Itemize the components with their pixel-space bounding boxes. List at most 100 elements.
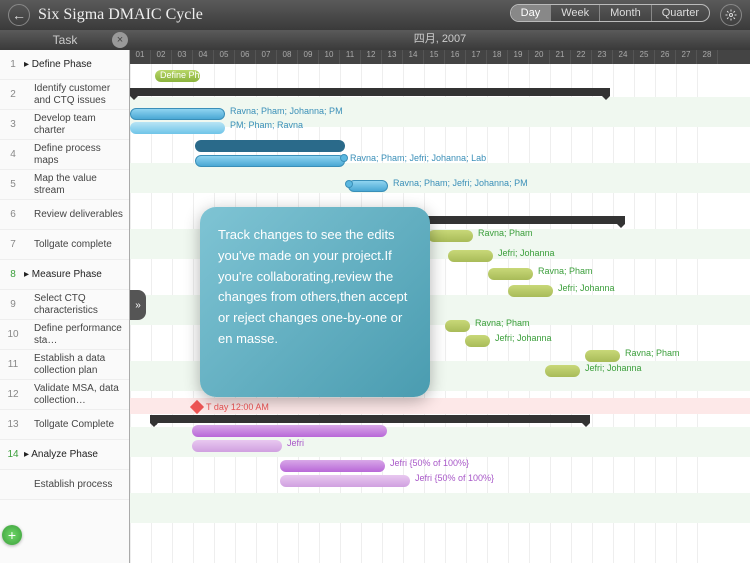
gantt-bar[interactable] [545, 365, 580, 377]
settings-button[interactable] [720, 4, 742, 26]
day-cell: 13 [382, 50, 403, 64]
bar-label: Jefri {50% of 100%} [415, 473, 494, 483]
back-button[interactable]: ← [8, 4, 30, 26]
popup-text: Track changes to see the edits you've ma… [218, 227, 407, 346]
day-cell: 23 [592, 50, 613, 64]
gantt-bar[interactable] [280, 460, 385, 472]
task-row[interactable]: 13Tollgate Complete [0, 410, 129, 440]
gantt-bar[interactable] [192, 440, 282, 452]
view-quarter[interactable]: Quarter [652, 5, 709, 21]
task-row[interactable]: 7Tollgate complete [0, 230, 129, 260]
row-label: Review deliverables [22, 209, 125, 221]
gantt-bar[interactable] [488, 268, 533, 280]
task-row[interactable]: 11Establish a data collection plan [0, 350, 129, 380]
dependency-dot [345, 180, 353, 188]
day-cell: 11 [340, 50, 361, 64]
row-label: Establish process [22, 479, 125, 491]
day-cell: 06 [235, 50, 256, 64]
row-number: 12 [4, 389, 22, 400]
view-week[interactable]: Week [551, 5, 600, 21]
day-cell: 01 [130, 50, 151, 64]
add-task-button[interactable]: + [2, 525, 22, 545]
bar-label: Jefri {50% of 100%} [390, 458, 469, 468]
bar-label: Ravna; Pham [538, 266, 593, 276]
row-number: 10 [4, 329, 22, 340]
bar-label: Jefri; Johanna [498, 248, 555, 258]
gantt-bar[interactable] [195, 140, 345, 152]
day-cell: 15 [424, 50, 445, 64]
summary-bar[interactable] [150, 415, 590, 423]
view-day[interactable]: Day [511, 5, 552, 21]
subheader: Task × 四月, 2007 [0, 30, 750, 50]
bar-label: Ravna; Pham; Jefri; Johanna; PM [393, 178, 528, 188]
row-label: Tollgate Complete [22, 419, 125, 431]
gantt-bar[interactable] [195, 155, 345, 167]
gantt-bar[interactable] [130, 122, 225, 134]
row-number: 2 [4, 89, 22, 100]
bar-label: Jefri [287, 438, 304, 448]
row-number: 11 [4, 359, 22, 370]
day-cell: 19 [508, 50, 529, 64]
row-number: 3 [4, 119, 22, 130]
dependency-dot [340, 154, 348, 162]
gantt-bar[interactable] [448, 250, 493, 262]
row-label: ▸ Analyze Phase [22, 449, 125, 461]
gantt-bar[interactable] [130, 108, 225, 120]
expand-sidebar-button[interactable]: » [130, 290, 146, 320]
day-cell: 03 [172, 50, 193, 64]
task-row[interactable]: 14▸ Analyze Phase [0, 440, 129, 470]
task-row[interactable]: 5Map the value stream [0, 170, 129, 200]
day-cell: 28 [697, 50, 718, 64]
task-row[interactable]: 4Define process maps [0, 140, 129, 170]
row-label: Identify customer and CTQ issues [22, 83, 125, 107]
task-row[interactable]: 12Validate MSA, data collection… [0, 380, 129, 410]
task-row[interactable]: 9Select CTQ characteristics [0, 290, 129, 320]
row-number: 9 [4, 299, 22, 310]
bar-label: Jefri; Johanna [558, 283, 615, 293]
task-row[interactable]: 6Review deliverables [0, 200, 129, 230]
summary-bar[interactable] [130, 88, 610, 96]
gantt-bar[interactable] [280, 475, 410, 487]
page-title: Six Sigma DMAIC Cycle [38, 6, 203, 24]
row-label: Establish a data collection plan [22, 353, 125, 377]
close-task-panel[interactable]: × [112, 32, 128, 48]
gantt-bar[interactable] [445, 320, 470, 332]
task-row[interactable]: 3Develop team charter [0, 110, 129, 140]
gantt-bar[interactable] [192, 425, 387, 437]
bar-label: Ravna; Pham [478, 228, 533, 238]
row-number: 5 [4, 179, 22, 190]
gantt-bar[interactable] [508, 285, 553, 297]
task-row[interactable]: 8▸ Measure Phase [0, 260, 129, 290]
day-cell: 17 [466, 50, 487, 64]
row-label: Define performance sta… [22, 323, 125, 347]
info-popup[interactable]: Track changes to see the edits you've ma… [200, 207, 430, 397]
task-row[interactable]: Establish process [0, 470, 129, 500]
gantt-bar[interactable] [465, 335, 490, 347]
task-row[interactable]: 1▸ Define Phase [0, 50, 129, 80]
collapse-icon[interactable]: ▼ [152, 417, 161, 427]
day-cell: 21 [550, 50, 571, 64]
day-cell: 20 [529, 50, 550, 64]
day-cell: 10 [319, 50, 340, 64]
row-number: 6 [4, 209, 22, 220]
row-number: 8 [4, 269, 22, 280]
view-toggle: Day Week Month Quarter [510, 4, 710, 22]
day-cell: 14 [403, 50, 424, 64]
gantt-bar[interactable] [348, 180, 388, 192]
day-cell: 05 [214, 50, 235, 64]
row-label: Define process maps [22, 143, 125, 167]
task-row[interactable]: 2Identify customer and CTQ issues [0, 80, 129, 110]
task-row[interactable]: 10Define performance sta… [0, 320, 129, 350]
row-label: ▸ Define Phase [22, 59, 125, 71]
row-number: 7 [4, 239, 22, 250]
day-cell: 07 [256, 50, 277, 64]
day-cell: 16 [445, 50, 466, 64]
collapse-icon[interactable]: ▼ [130, 90, 139, 100]
bar-label: Ravna; Pham; Jefri; Johanna; Lab [350, 153, 486, 163]
gantt-bar[interactable] [428, 230, 473, 242]
view-month[interactable]: Month [600, 5, 652, 21]
gantt-bar[interactable] [585, 350, 620, 362]
day-cell: 12 [361, 50, 382, 64]
bar-label: T day 12:00 AM [206, 402, 269, 412]
task-list[interactable]: 1▸ Define Phase2Identify customer and CT… [0, 50, 130, 563]
